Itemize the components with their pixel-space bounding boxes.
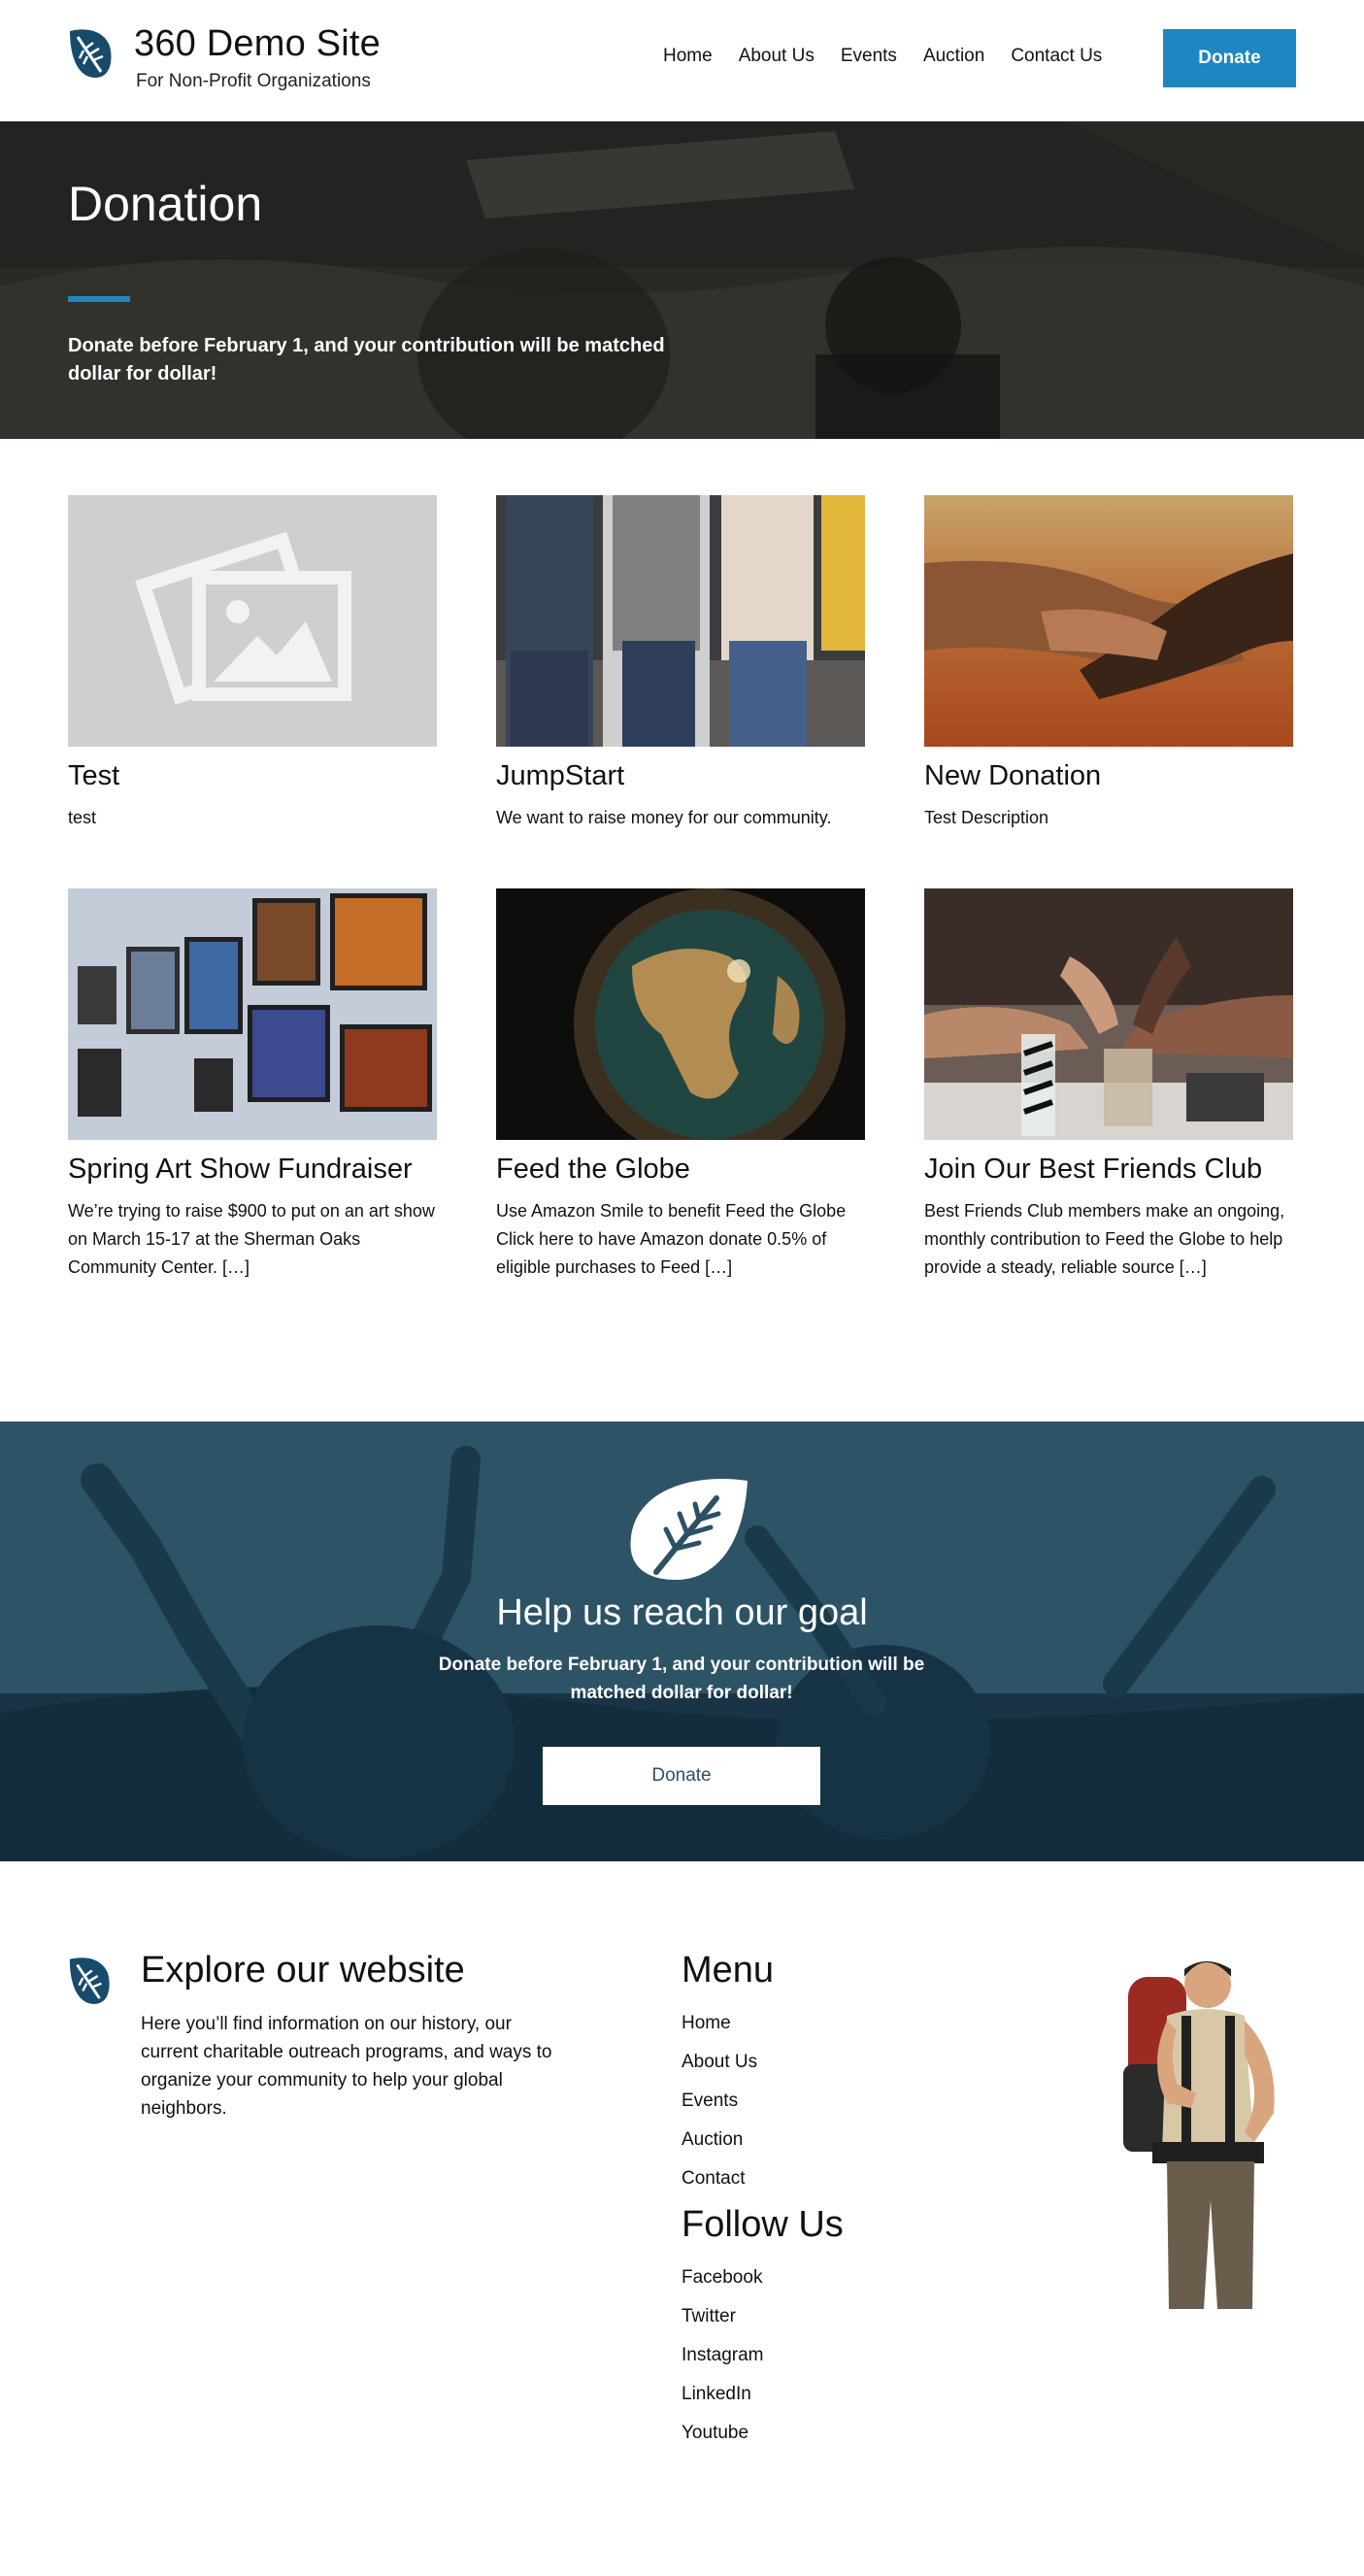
hiker-photo: [1123, 1961, 1275, 2309]
placeholder-image-icon[interactable]: [68, 495, 437, 747]
donation-card-best-friends-club[interactable]: Join Our Best Friends Club Best Friends …: [924, 888, 1293, 1282]
page-hero: Donation Donate before February 1, and y…: [0, 121, 1364, 439]
page-title: Donation: [68, 177, 263, 231]
footer-link-about-us[interactable]: About Us: [682, 2052, 757, 2073]
card-description: test: [68, 808, 97, 827]
joined-hands-photo[interactable]: [924, 495, 1293, 747]
footer-menu-heading: Menu: [682, 1950, 775, 1991]
donation-card-jumpstart[interactable]: JumpStart We want to raise money for our…: [496, 495, 865, 832]
leaf-emblem-icon: [630, 1479, 748, 1580]
hero-text: Donate before February 1, and your contr…: [68, 335, 665, 385]
card-title[interactable]: Join Our Best Friends Club: [924, 1154, 1293, 1186]
art-gallery-photo[interactable]: [68, 888, 437, 1140]
card-title[interactable]: Test: [68, 760, 437, 792]
hero-background-image: [0, 121, 1364, 439]
donation-card-spring-art-show[interactable]: Spring Art Show Fundraiser We’re trying …: [68, 888, 437, 1282]
footer-link-linkedin[interactable]: LinkedIn: [682, 2384, 751, 2405]
leaf-logo-icon: [69, 1957, 110, 2004]
title-accent-bar: [68, 296, 130, 302]
donation-card-new-donation[interactable]: New Donation Test Description: [924, 495, 1293, 832]
card-title[interactable]: New Donation: [924, 760, 1293, 792]
footer-link-events[interactable]: Events: [682, 2091, 738, 2112]
card-description: We want to raise money for our community…: [496, 808, 832, 827]
nav-auction[interactable]: Auction: [923, 46, 984, 67]
leaf-logo-icon[interactable]: [66, 21, 115, 80]
cta-text: Donate before February 1, and your contr…: [438, 1655, 925, 1703]
group-of-people-photo[interactable]: [496, 495, 865, 747]
donation-card-test[interactable]: Test test: [68, 495, 437, 832]
nav-events[interactable]: Events: [841, 46, 897, 67]
card-title[interactable]: Spring Art Show Fundraiser: [68, 1154, 437, 1186]
footer-link-facebook[interactable]: Facebook: [682, 2267, 762, 2289]
donation-card-feed-the-globe[interactable]: Feed the Globe Use Amazon Smile to benef…: [496, 888, 865, 1282]
nav-contact-us[interactable]: Contact Us: [1011, 46, 1102, 67]
site-tagline: For Non-Profit Organizations: [136, 71, 371, 91]
card-description: We’re trying to raise $900 to put on an …: [68, 1201, 435, 1277]
fist-bump-photo[interactable]: [924, 888, 1293, 1140]
site-header: 360 Demo Site For Non-Profit Organizatio…: [0, 0, 1364, 121]
footer-link-auction[interactable]: Auction: [682, 2129, 743, 2151]
card-description: Test Description: [924, 808, 1049, 827]
cta-donate-button[interactable]: Donate: [543, 1747, 820, 1805]
footer-link-contact[interactable]: Contact: [682, 2168, 745, 2190]
card-title[interactable]: JumpStart: [496, 760, 865, 792]
footer-link-youtube[interactable]: Youtube: [682, 2423, 749, 2444]
card-title[interactable]: Feed the Globe: [496, 1154, 865, 1186]
card-description: Use Amazon Smile to benefit Feed the Glo…: [496, 1201, 847, 1277]
header-donate-button[interactable]: Donate: [1163, 29, 1296, 87]
footer-explore-title: Explore our website: [141, 1950, 465, 1991]
nav-about-us[interactable]: About Us: [739, 46, 815, 67]
goal-cta-section: Help us reach our goal Donate before Feb…: [0, 1422, 1364, 1861]
site-title[interactable]: 360 Demo Site: [134, 23, 381, 65]
card-description: Best Friends Club members make an ongoin…: [924, 1201, 1285, 1277]
footer-follow-heading: Follow Us: [682, 2204, 844, 2245]
main-nav: Home About Us Events Auction Contact Us: [663, 46, 1128, 67]
footer-explore-text: Here you’ll find information on our hist…: [141, 2014, 552, 2119]
nav-home[interactable]: Home: [663, 46, 713, 67]
footer-link-twitter[interactable]: Twitter: [682, 2306, 736, 2327]
globe-photo[interactable]: [496, 888, 865, 1140]
cta-title: Help us reach our goal: [496, 1592, 868, 1633]
footer-link-home[interactable]: Home: [682, 2013, 731, 2034]
footer-link-instagram[interactable]: Instagram: [682, 2345, 763, 2366]
